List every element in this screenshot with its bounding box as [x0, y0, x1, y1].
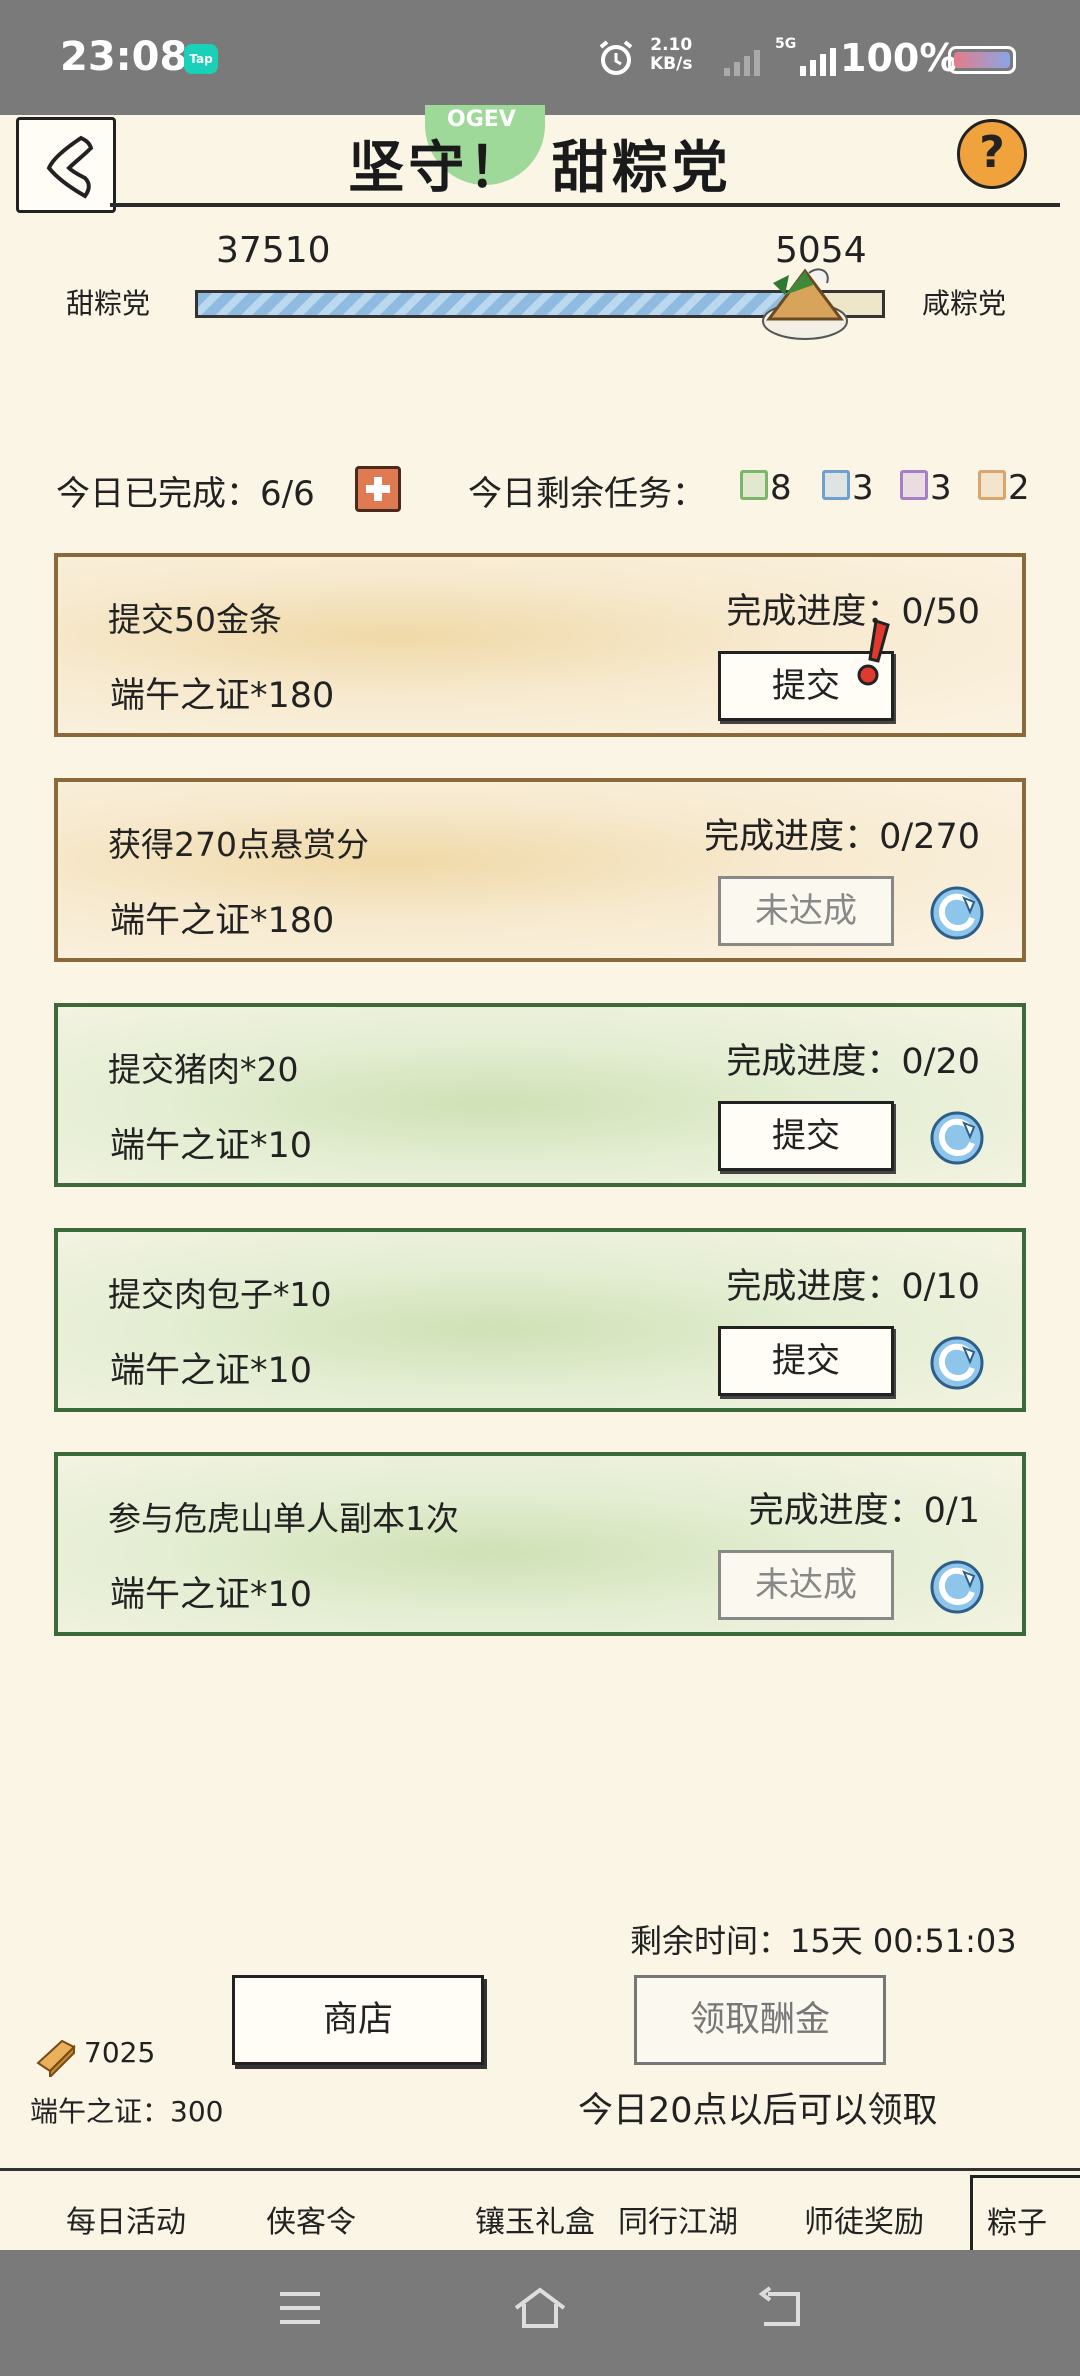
vote-progress-fill	[198, 293, 801, 315]
menu-icon[interactable]	[276, 2284, 324, 2332]
task-card: 参与危虎山单人副本1次 端午之证*10 完成进度：0/1 未达成	[54, 1452, 1026, 1636]
task-reward: 端午之证*180	[110, 901, 335, 941]
task-card: 提交猪肉*20 端午之证*10 完成进度：0/20 提交	[54, 1003, 1026, 1187]
task-card: 提交50金条 端午之证*180 完成进度：0/50 提交	[54, 553, 1026, 737]
task-progress: 完成进度：0/10	[726, 1267, 980, 1307]
task-progress: 完成进度：0/270	[704, 817, 980, 857]
sweet-faction-label: 甜粽党	[66, 287, 151, 320]
page-title: 坚守！ 甜粽党	[348, 136, 732, 201]
task-type-count: 3	[852, 468, 874, 508]
task-type-chip-icon	[740, 470, 768, 500]
task-type-chip-icon	[822, 470, 850, 500]
refresh-icon[interactable]	[928, 1109, 986, 1167]
network-type: 5G	[775, 36, 797, 52]
gold-bar-icon	[36, 2039, 76, 2077]
tap-app-icon: Tap	[184, 44, 218, 74]
battery-percent: 100%	[840, 36, 958, 80]
refresh-icon[interactable]	[928, 1334, 986, 1392]
help-button[interactable]: ?	[957, 119, 1027, 189]
token-count: 端午之证：300	[30, 2095, 224, 2128]
task-reward: 端午之证*180	[110, 676, 335, 716]
task-type-chip-icon	[900, 470, 928, 500]
header: OGEV 坚守！ 甜粽党 ?	[0, 105, 1080, 225]
not-achieved-button[interactable]: 未达成	[718, 1550, 894, 1620]
task-reward: 端午之证*10	[110, 1126, 313, 1166]
task-name: 提交猪肉*20	[108, 1050, 299, 1089]
sweet-vote-count: 37510	[216, 230, 331, 271]
network-speed: 2.10 KB/s	[650, 35, 693, 74]
claim-reward-button[interactable]: 领取酬金	[634, 1975, 886, 2065]
back-nav-icon[interactable]	[754, 2284, 808, 2332]
refresh-icon[interactable]	[928, 1558, 986, 1616]
tab-1[interactable]: 侠客令	[266, 2197, 356, 2241]
shop-button[interactable]: 商店	[232, 1975, 484, 2065]
tab-0[interactable]: 每日活动	[66, 2197, 186, 2241]
gold-count: 7025	[84, 2036, 156, 2069]
task-type-count: 2	[1008, 468, 1030, 508]
divider	[110, 203, 1060, 207]
refresh-icon[interactable]	[928, 884, 986, 942]
submit-button[interactable]: 提交	[718, 1326, 894, 1396]
task-name: 获得270点悬赏分	[108, 825, 369, 864]
tab-4[interactable]: 师徒奖励	[804, 2197, 924, 2241]
completed-today-label: 今日已完成：6/6	[56, 474, 315, 514]
not-achieved-button[interactable]: 未达成	[718, 876, 894, 946]
task-name: 提交50金条	[108, 600, 282, 639]
zongzi-icon	[762, 268, 848, 340]
divider	[0, 2168, 1080, 2171]
task-name: 提交肉包子*10	[108, 1275, 332, 1314]
task-card: 获得270点悬赏分 端午之证*180 完成进度：0/270 未达成	[54, 778, 1026, 962]
task-card: 提交肉包子*10 端午之证*10 完成进度：0/10 提交	[54, 1228, 1026, 1412]
home-icon[interactable]	[510, 2284, 570, 2332]
task-type-count: 8	[770, 468, 792, 508]
claim-note: 今日20点以后可以领取	[578, 2091, 938, 2131]
status-time: 23:08	[60, 34, 188, 80]
tab-2[interactable]: 镶玉礼盒	[475, 2197, 595, 2241]
status-bar: 23:08 Tap 2.10 KB/s 5G 100%	[0, 0, 1080, 115]
system-nav-bar	[0, 2250, 1080, 2376]
remaining-tasks-label: 今日剩余任务：	[468, 474, 706, 514]
task-reward: 端午之证*10	[110, 1575, 313, 1615]
battery-icon	[948, 46, 1016, 74]
remaining-time: 剩余时间：15天 00:51:03	[630, 1922, 1017, 1960]
task-progress: 完成进度：0/20	[726, 1042, 980, 1082]
alarm-icon	[599, 40, 633, 75]
task-type-chip-icon	[978, 470, 1006, 500]
add-attempts-button[interactable]	[355, 466, 401, 512]
signal-icon	[724, 50, 760, 76]
alert-icon	[857, 619, 890, 686]
tab-3[interactable]: 同行江湖	[618, 2197, 738, 2241]
task-progress: 完成进度：0/1	[748, 1491, 980, 1531]
task-name: 参与危虎山单人副本1次	[108, 1499, 459, 1538]
salty-faction-label: 咸粽党	[922, 287, 1007, 320]
submit-button[interactable]: 提交	[718, 1101, 894, 1171]
task-reward: 端午之证*10	[110, 1351, 313, 1391]
task-type-count: 3	[930, 468, 952, 508]
